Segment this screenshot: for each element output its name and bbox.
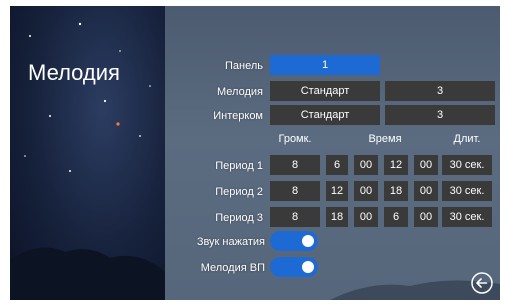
period-2-end-hour[interactable]: 18 xyxy=(384,181,408,201)
period-3-volume[interactable]: 8 xyxy=(270,207,320,227)
period-1-end-hour[interactable]: 12 xyxy=(384,155,408,175)
stars-decoration xyxy=(24,22,151,172)
period-2-volume[interactable]: 8 xyxy=(270,181,320,201)
period-3-start-minute[interactable]: 00 xyxy=(354,207,378,227)
panel-label: Панель xyxy=(224,60,263,72)
melody-vp-label: Мелодия ВП xyxy=(200,262,265,274)
toggle-knob xyxy=(302,235,314,247)
period-2-start-minute[interactable]: 00 xyxy=(354,181,378,201)
period-3-duration[interactable]: 30 сек. xyxy=(442,207,492,227)
period-1-start-hour[interactable]: 6 xyxy=(326,155,348,175)
period-3-end-minute[interactable]: 00 xyxy=(414,207,438,227)
melody-label: Мелодия xyxy=(217,86,263,98)
toggle-knob xyxy=(302,261,314,273)
intercom-number-field[interactable]: 3 xyxy=(385,105,495,125)
melody-vp-toggle[interactable] xyxy=(270,257,318,277)
intercom-type-field[interactable]: Стандарт xyxy=(270,105,380,125)
duration-header: Длит. xyxy=(453,133,481,145)
settings-screen: Мелодия Панель 1 Мелодия Стандарт 3 Инте… xyxy=(10,6,500,300)
period-2-label: Период 2 xyxy=(215,186,263,198)
key-sound-toggle[interactable] xyxy=(270,231,318,251)
period-1-label: Период 1 xyxy=(215,160,263,172)
period-1-start-minute[interactable]: 00 xyxy=(354,155,378,175)
page-title: Мелодия xyxy=(28,60,120,85)
period-3-start-hour[interactable]: 18 xyxy=(326,207,348,227)
melody-number-field[interactable]: 3 xyxy=(385,81,495,101)
period-1-end-minute[interactable]: 00 xyxy=(414,155,438,175)
panel-field[interactable]: 1 xyxy=(270,55,380,75)
time-header: Время xyxy=(368,133,402,145)
period-3-label: Период 3 xyxy=(215,212,263,224)
back-arrow-circle-icon[interactable] xyxy=(471,272,493,294)
period-3-end-hour[interactable]: 6 xyxy=(384,207,408,227)
key-sound-label: Звук нажатия xyxy=(196,236,265,248)
period-2-end-minute[interactable]: 00 xyxy=(414,181,438,201)
volume-header: Громк. xyxy=(278,133,312,145)
period-1-duration[interactable]: 30 сек. xyxy=(442,155,492,175)
melody-type-field[interactable]: Стандарт xyxy=(270,81,380,101)
period-2-duration[interactable]: 30 сек. xyxy=(442,181,492,201)
period-2-start-hour[interactable]: 12 xyxy=(326,181,348,201)
period-1-volume[interactable]: 8 xyxy=(270,155,320,175)
intercom-label: Интерком xyxy=(213,110,263,122)
